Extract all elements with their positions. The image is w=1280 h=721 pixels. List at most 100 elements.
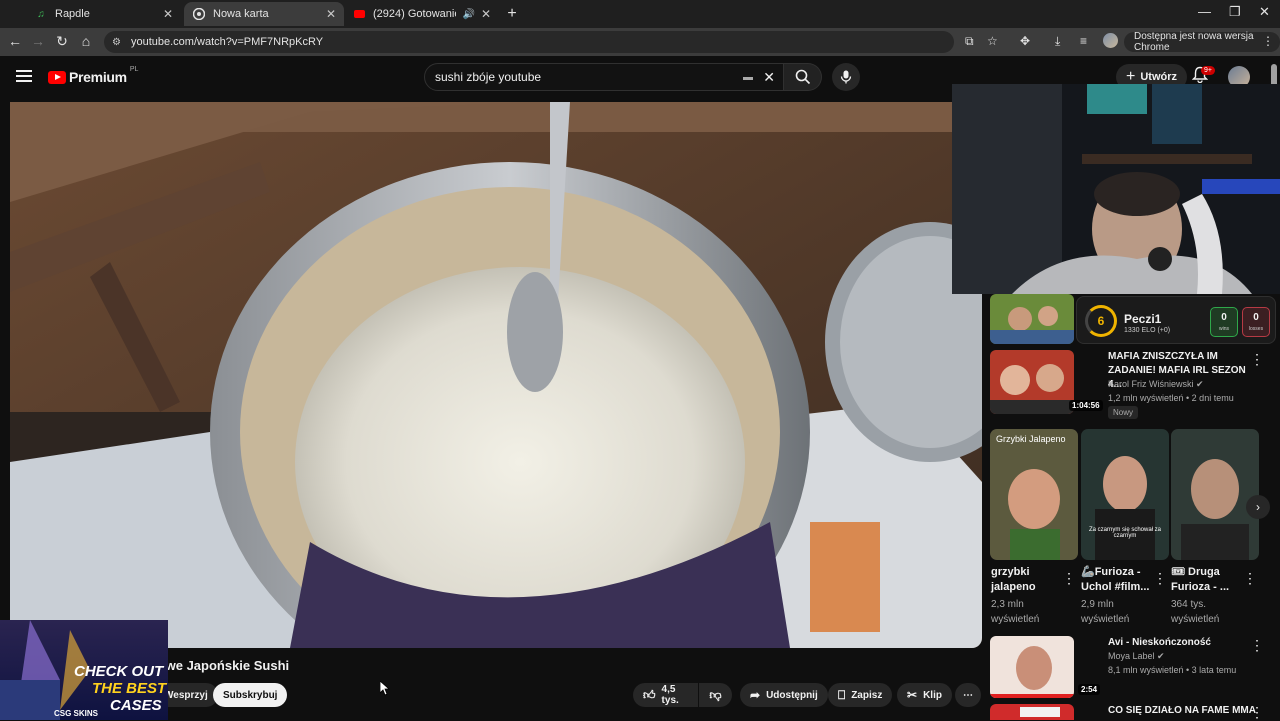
menu-hamburger-icon[interactable] bbox=[16, 70, 32, 85]
more-options-icon[interactable]: ⋮ bbox=[1250, 637, 1264, 654]
short-thumbnail[interactable] bbox=[1171, 429, 1259, 560]
short-image bbox=[990, 429, 1078, 560]
shorts-next-button[interactable]: › bbox=[1246, 495, 1270, 519]
bookmark-star-icon[interactable]: ☆ bbox=[987, 34, 998, 48]
url-text: youtube.com/watch?v=PMF7NRpKcRY bbox=[130, 36, 324, 48]
short-thumbnail[interactable]: Grzybki Jalapeno bbox=[990, 429, 1078, 560]
like-count: 4,5 tys. bbox=[661, 684, 679, 706]
more-options-icon[interactable]: ⋮ bbox=[1243, 570, 1257, 587]
address-bar-row: ← → ↻ ⌂ ⚙ youtube.com/watch?v=PMF7NRpKcR… bbox=[0, 28, 1280, 56]
wins-count: 0 bbox=[1221, 312, 1227, 323]
sidebar-video-thumbnail[interactable] bbox=[990, 704, 1074, 720]
dislike-button[interactable]: 👎︎ bbox=[699, 683, 732, 707]
webcam-image bbox=[952, 84, 1280, 294]
sidebar-video-meta: 1,2 mln wyświetleń • 2 dni temu bbox=[1108, 393, 1234, 403]
more-options-icon[interactable]: ⋮ bbox=[1062, 570, 1076, 587]
clip-label: Klip bbox=[923, 689, 942, 701]
short-views: 2,3 mln wyświetleń bbox=[991, 599, 1040, 625]
sidebar-video-thumbnail[interactable] bbox=[990, 636, 1074, 698]
more-options-icon[interactable]: ⋮ bbox=[1250, 351, 1264, 368]
losses-count: 0 bbox=[1253, 312, 1259, 323]
back-icon[interactable]: ← bbox=[6, 33, 24, 49]
chrome-icon bbox=[192, 7, 206, 21]
browser-tab-bar: ♫ Rapdle ✕ Nowa karta ✕ (2924) Gotowanie… bbox=[0, 0, 1280, 28]
save-button[interactable]: ⎕ Zapisz bbox=[828, 683, 893, 707]
thumbnail-image bbox=[990, 294, 1074, 344]
minimize-icon[interactable]: — bbox=[1198, 4, 1211, 19]
thumbs-down-icon: 👎︎ bbox=[709, 687, 722, 702]
wins-box: 0 wins bbox=[1210, 307, 1238, 337]
player-name: Peczi1 bbox=[1124, 312, 1162, 326]
site-info-icon[interactable]: ⚙ bbox=[112, 37, 121, 48]
reload-icon[interactable]: ↻ bbox=[53, 33, 71, 50]
tab-new-tab[interactable]: Nowa karta ✕ bbox=[184, 2, 344, 26]
more-options-icon[interactable]: ⋮ bbox=[1250, 704, 1264, 721]
short-title[interactable]: 🎟 Druga Furioza - ... bbox=[1171, 565, 1229, 595]
save-label: Zapisz bbox=[851, 689, 883, 701]
notification-count-badge: 9+ bbox=[1201, 66, 1215, 75]
music-note-icon: ♫ bbox=[37, 8, 45, 20]
close-window-icon[interactable]: ✕ bbox=[1259, 4, 1270, 20]
scissors-icon: ✂ bbox=[907, 688, 918, 702]
speaker-icon[interactable]: 🔊 bbox=[462, 9, 474, 20]
clear-search-icon[interactable]: ✕ bbox=[763, 69, 775, 86]
keyboard-icon[interactable]: ▬ bbox=[743, 72, 753, 83]
like-button[interactable]: 👍︎ 4,5 tys. bbox=[633, 683, 698, 707]
bookmark-icon: ⎕ bbox=[838, 687, 846, 702]
profile-avatar[interactable] bbox=[1103, 33, 1118, 48]
short-title[interactable]: 🦾Furioza - Uchol #film... bbox=[1081, 565, 1149, 595]
extensions-icon[interactable]: ✥ bbox=[1020, 34, 1030, 48]
download-icon[interactable]: ⤓ bbox=[1055, 34, 1060, 49]
menu-kebab-icon[interactable]: ⋮ bbox=[1262, 34, 1274, 48]
share-button[interactable]: ➦ Udostępnij bbox=[740, 683, 828, 707]
verified-icon: ✔ bbox=[1196, 379, 1204, 389]
close-tab-icon[interactable]: ✕ bbox=[326, 7, 336, 21]
share-label: Udostępnij bbox=[766, 689, 818, 701]
new-badge: Nowy bbox=[1108, 406, 1139, 419]
restore-icon[interactable]: ❐ bbox=[1229, 4, 1241, 20]
search-input[interactable]: sushi zbóje youtube ▬ ✕ bbox=[424, 63, 784, 91]
chevron-right-icon: › bbox=[1256, 500, 1260, 514]
sidebar-video-title[interactable]: CO SIĘ DZIAŁO NA FAME MMA bbox=[1108, 704, 1258, 718]
tab-rapdle[interactable]: ♫ Rapdle ✕ bbox=[26, 2, 181, 26]
sidebar-video-thumbnail[interactable] bbox=[990, 350, 1074, 414]
clip-button[interactable]: ✂ Klip bbox=[897, 683, 952, 707]
mouse-cursor-icon bbox=[380, 681, 390, 696]
ad-line1: CHECK OUT bbox=[74, 663, 164, 680]
short-thumbnail[interactable]: Za czarnym się schował za czarnym bbox=[1081, 429, 1169, 560]
more-actions-button[interactable]: ⋯ bbox=[955, 683, 981, 707]
forward-icon[interactable]: → bbox=[29, 33, 47, 49]
sidebar-thumbnail-partial[interactable] bbox=[990, 294, 1074, 344]
voice-search-button[interactable] bbox=[832, 63, 860, 91]
install-app-icon[interactable]: ⧉ bbox=[965, 34, 974, 49]
losses-box: 0 losses bbox=[1242, 307, 1270, 337]
verified-icon: ✔ bbox=[1157, 651, 1165, 661]
create-label: Utwórz bbox=[1140, 71, 1178, 83]
short-title[interactable]: grzybki jalapeno bbox=[991, 565, 1036, 595]
sidebar-video-channel[interactable]: Moya Label ✔ bbox=[1108, 650, 1165, 663]
update-text: Dostępna jest nowa wersja Chrome bbox=[1134, 31, 1254, 53]
url-field[interactable]: ⚙ youtube.com/watch?v=PMF7NRpKcRY bbox=[104, 31, 954, 53]
subscribe-button[interactable]: Subskrybuj bbox=[213, 683, 288, 707]
close-tab-icon[interactable]: ✕ bbox=[163, 7, 173, 21]
elo-value: 1330 ELO (+0) bbox=[1124, 327, 1171, 334]
sidebar-video-meta: 8,1 mln wyświetleń • 3 lata temu bbox=[1108, 665, 1237, 675]
sidebar-video-title[interactable]: Avi - Nieskończoność bbox=[1108, 636, 1248, 650]
short-image bbox=[1171, 429, 1259, 560]
youtube-play-icon bbox=[48, 70, 66, 84]
thumbnail-image bbox=[990, 636, 1074, 698]
video-player[interactable] bbox=[10, 102, 982, 648]
subscribe-label: Subskrybuj bbox=[223, 689, 278, 701]
sponsor-ad-overlay[interactable]: CHECK OUT THE BEST CASES CSG SKINS bbox=[0, 620, 168, 720]
search-button[interactable] bbox=[784, 63, 822, 91]
youtube-premium-logo[interactable]: Premium PL bbox=[48, 66, 138, 85]
more-horizontal-icon: ⋯ bbox=[963, 689, 973, 701]
close-tab-icon[interactable]: ✕ bbox=[481, 7, 491, 21]
media-control-icon[interactable]: ≡ bbox=[1080, 34, 1087, 48]
new-tab-button[interactable]: + bbox=[503, 5, 521, 23]
more-options-icon[interactable]: ⋮ bbox=[1153, 570, 1167, 587]
sidebar-video-channel[interactable]: Karol Friz Wiśniewski ✔ bbox=[1108, 378, 1204, 391]
chrome-update-button[interactable]: Dostępna jest nowa wersja Chrome bbox=[1124, 31, 1280, 53]
tab-youtube[interactable]: (2924) Gotowanie Nocą | P 🔊 ✕ bbox=[344, 2, 499, 26]
home-icon[interactable]: ⌂ bbox=[77, 33, 95, 49]
